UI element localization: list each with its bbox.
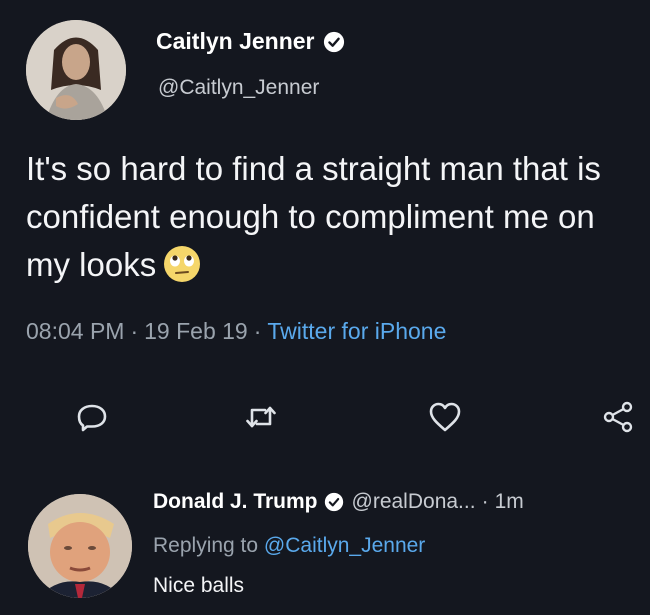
- reply-icon: [77, 404, 107, 432]
- reply-author-name[interactable]: Donald J. Trump: [153, 490, 318, 514]
- retweet-icon: [246, 406, 276, 428]
- author-handle[interactable]: @Caitlyn_Jenner: [158, 76, 319, 100]
- tweet-actions: [0, 395, 650, 445]
- verified-badge-icon: [324, 492, 343, 512]
- reply-header: Donald J. Trump @realDona... · 1m: [153, 490, 524, 514]
- reply-author-avatar[interactable]: [28, 494, 132, 598]
- face-with-rolling-eyes-icon: [164, 246, 201, 283]
- share-icon: [603, 401, 633, 433]
- tweet-date: 19 Feb 19: [144, 318, 248, 344]
- reply-author-handle[interactable]: @realDona...: [352, 490, 476, 514]
- replying-to-mention[interactable]: @Caitlyn_Jenner: [264, 534, 425, 557]
- author-name[interactable]: Caitlyn Jenner: [156, 28, 315, 55]
- verified-badge-icon: [323, 31, 344, 52]
- share-button[interactable]: [596, 395, 640, 439]
- reply-separator: ·: [481, 490, 489, 513]
- meta-separator: ·: [130, 318, 139, 344]
- author-name-row: Caitlyn Jenner: [156, 28, 345, 55]
- replying-to-prefix: Replying to: [153, 534, 264, 557]
- retweet-button[interactable]: [239, 395, 283, 439]
- reply-button[interactable]: [70, 395, 114, 439]
- like-button[interactable]: [423, 395, 467, 439]
- tweet-text-content: It's so hard to find a straight man that…: [26, 150, 601, 283]
- like-icon: [429, 402, 461, 432]
- author-avatar[interactable]: [26, 20, 126, 120]
- tweet-source-link[interactable]: Twitter for iPhone: [267, 318, 446, 344]
- tweet-meta: 08:04 PM · 19 Feb 19 · Twitter for iPhone: [26, 318, 446, 345]
- replying-to: Replying to @Caitlyn_Jenner: [153, 534, 425, 558]
- meta-separator: ·: [253, 318, 262, 344]
- main-tweet: Caitlyn Jenner @Caitlyn_Jenner It's so h…: [0, 0, 650, 470]
- tweet-time: 08:04 PM: [26, 318, 125, 344]
- reply-tweet[interactable]: Donald J. Trump @realDona... · 1m Replyi…: [0, 470, 650, 615]
- reply-time: 1m: [494, 490, 524, 513]
- tweet-text: It's so hard to find a straight man that…: [26, 145, 636, 289]
- reply-text: Nice balls: [153, 574, 245, 597]
